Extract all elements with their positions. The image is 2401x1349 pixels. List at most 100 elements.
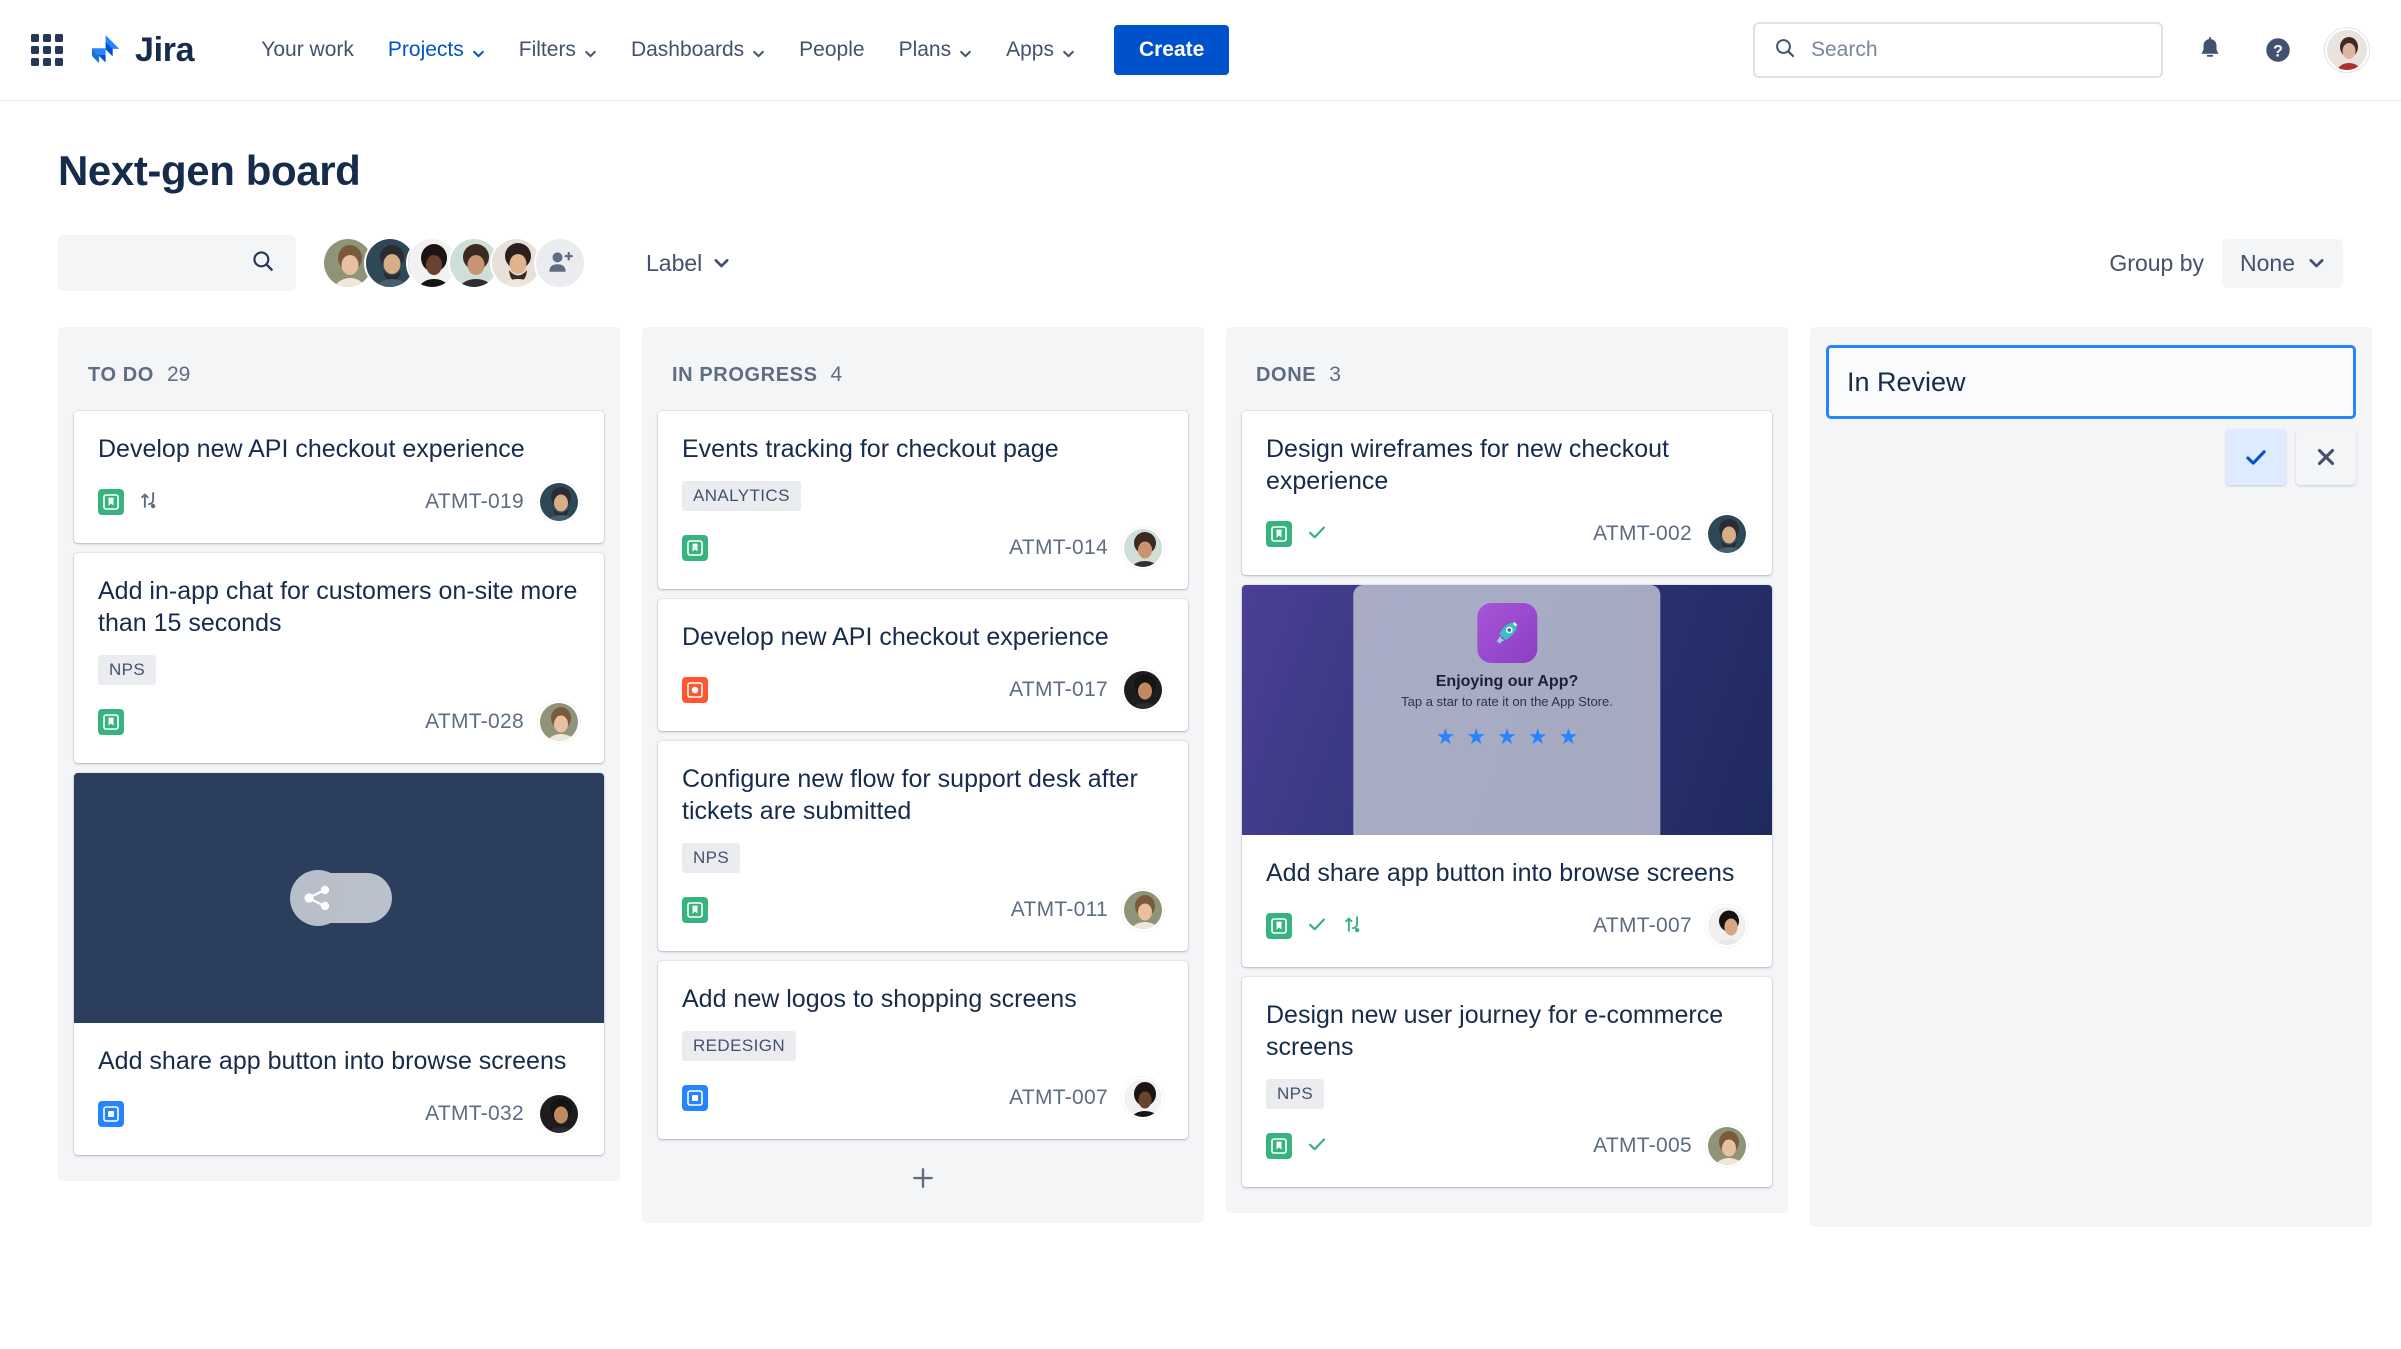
star-icon[interactable]: ★	[1497, 724, 1517, 750]
check-icon	[1306, 521, 1328, 548]
card-key: ATMT-002	[1593, 522, 1692, 545]
card-tags: REDESIGN	[682, 1031, 1164, 1061]
global-search-input[interactable]: Search	[1753, 22, 2163, 78]
column-name: IN PROGRESS	[672, 364, 818, 386]
board-search-input[interactable]	[58, 235, 296, 291]
board-card[interactable]: Add in-app chat for customers on-site mo…	[74, 553, 604, 763]
column-header[interactable]: DONE 3	[1242, 327, 1772, 411]
board-card[interactable]: Configure new flow for support desk afte…	[658, 741, 1188, 951]
group-by-select[interactable]: None	[2222, 238, 2343, 288]
card-meta: ATMT-019	[98, 481, 580, 523]
add-card-button[interactable]	[658, 1149, 1188, 1207]
column-new	[1810, 327, 2372, 1227]
group-by-control: Group by None	[2109, 238, 2343, 288]
card-assignee-avatar[interactable]	[1706, 513, 1748, 555]
card-assignee-avatar[interactable]	[538, 481, 580, 523]
card-tag[interactable]: NPS	[1266, 1079, 1325, 1109]
nav-right-cluster: Search ?	[1753, 22, 2369, 78]
nav-item-dashboards[interactable]: Dashboards	[614, 28, 782, 72]
card-meta: ATMT-032	[98, 1093, 580, 1135]
card-assignee-avatar[interactable]	[1122, 889, 1164, 931]
add-people-button[interactable]	[534, 237, 586, 289]
card-tag[interactable]: REDESIGN	[682, 1031, 796, 1061]
card-body: Add share app button into browse screens	[1242, 835, 1772, 967]
star-icon[interactable]: ★	[1436, 724, 1456, 750]
story-bookmark-icon	[682, 897, 708, 923]
jira-wordmark: Jira	[135, 30, 195, 69]
nav-label: Filters	[518, 38, 576, 61]
card-tags: NPS	[98, 655, 580, 685]
board-card[interactable]: Add new logos to shopping screens REDESI…	[658, 961, 1188, 1139]
nav-label: Projects	[387, 38, 464, 61]
group-by-label: Group by	[2109, 249, 2205, 276]
chevron-down-icon	[752, 42, 765, 57]
card-meta: ATMT-017	[682, 669, 1164, 711]
card-assignee-avatar[interactable]	[1706, 1125, 1748, 1167]
card-assignee-avatar[interactable]	[538, 1093, 580, 1135]
star-rating[interactable]: ★ ★ ★ ★ ★	[1436, 724, 1579, 750]
nav-item-your-work[interactable]: Your work	[244, 28, 371, 72]
page-title: Next-gen board	[58, 147, 361, 194]
board-card[interactable]: Design wireframes for new checkout exper…	[1242, 411, 1772, 575]
nav-item-projects[interactable]: Projects	[371, 28, 502, 72]
nav-label: Your work	[261, 38, 354, 61]
chevron-down-icon	[713, 250, 730, 277]
nav-item-people[interactable]: People	[782, 28, 881, 72]
nav-item-filters[interactable]: Filters	[502, 28, 614, 72]
card-meta: ATMT-007	[1266, 905, 1748, 947]
card-title: Add share app button into browse screens	[1266, 859, 1735, 887]
nav-item-plans[interactable]: Plans	[882, 28, 990, 72]
card-title: Configure new flow for support desk afte…	[682, 765, 1138, 825]
star-icon[interactable]: ★	[1466, 724, 1486, 750]
notifications-button[interactable]	[2189, 29, 2231, 71]
confirm-new-column-button[interactable]	[2226, 429, 2286, 485]
board-card[interactable]: Develop new API checkout experience ATMT…	[74, 411, 604, 543]
jira-home-link[interactable]: Jira	[86, 30, 195, 70]
profile-avatar[interactable]	[2325, 28, 2369, 72]
star-icon[interactable]: ★	[1528, 724, 1548, 750]
story-bookmark-icon	[682, 535, 708, 561]
card-meta: ATMT-002	[1266, 513, 1748, 555]
card-assignee-avatar[interactable]	[1122, 1077, 1164, 1119]
card-title: Add new logos to shopping screens	[682, 985, 1077, 1013]
label-filter-dropdown[interactable]: Label	[634, 242, 742, 285]
chevron-down-icon	[1062, 42, 1075, 57]
card-assignee-avatar[interactable]	[1122, 669, 1164, 711]
board-card[interactable]: Enjoying our App? Tap a star to rate it …	[1242, 585, 1772, 967]
board-columns: TO DO 29 Develop new API checkout experi…	[58, 327, 2401, 1327]
rocket-icon	[1476, 603, 1537, 663]
card-key: ATMT-014	[1009, 536, 1108, 559]
card-assignee-avatar[interactable]	[1122, 527, 1164, 569]
app-switcher-icon[interactable]	[30, 33, 64, 67]
board-card[interactable]: Add share app button into browse screens…	[74, 773, 604, 1155]
bell-icon	[2201, 36, 2219, 57]
star-icon[interactable]: ★	[1559, 724, 1579, 750]
board-card[interactable]: Design new user journey for e-commerce s…	[1242, 977, 1772, 1187]
card-title: Add share app button into browse screens	[98, 1047, 567, 1075]
column-count: 3	[1329, 363, 1341, 386]
card-tag[interactable]: ANALYTICS	[682, 481, 801, 511]
help-button[interactable]: ?	[2257, 29, 2299, 71]
column-count: 4	[830, 363, 843, 386]
board-card[interactable]: Develop new API checkout experience ATMT…	[658, 599, 1188, 731]
card-meta: ATMT-028	[98, 701, 580, 743]
card-tag[interactable]: NPS	[98, 655, 157, 685]
nav-item-apps[interactable]: Apps	[989, 28, 1092, 72]
column-header[interactable]: IN PROGRESS 4	[658, 327, 1188, 411]
column-done: DONE 3 Design wireframes for new checkou…	[1226, 327, 1788, 1213]
group-by-value: None	[2240, 249, 2295, 276]
cancel-new-column-button[interactable]	[2296, 429, 2356, 485]
card-tag[interactable]: NPS	[682, 843, 741, 873]
board-card[interactable]: Events tracking for checkout page ANALYT…	[658, 411, 1188, 589]
card-assignee-avatar[interactable]	[538, 701, 580, 743]
card-meta: ATMT-007	[682, 1077, 1164, 1119]
card-assignee-avatar[interactable]	[1706, 905, 1748, 947]
card-key: ATMT-007	[1009, 1086, 1108, 1109]
new-column-actions	[1826, 429, 2356, 485]
card-title: Develop new API checkout experience	[682, 623, 1109, 651]
jira-logo-icon	[86, 31, 124, 69]
new-column-name-input[interactable]	[1826, 345, 2356, 419]
plus-icon	[913, 1168, 933, 1188]
create-button[interactable]: Create	[1113, 25, 1230, 75]
column-header[interactable]: TO DO 29	[74, 327, 604, 411]
